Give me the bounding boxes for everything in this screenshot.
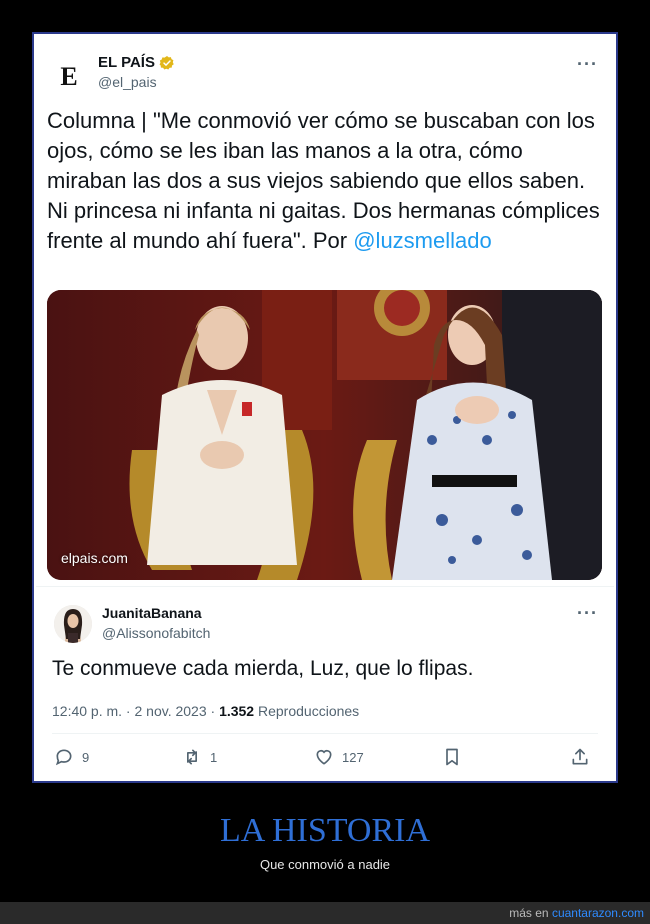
reply-more-options-icon[interactable]: ··· bbox=[577, 603, 598, 624]
reply-button[interactable]: 9 bbox=[54, 747, 89, 767]
footer-credit: más en cuantarazon.com bbox=[509, 906, 644, 920]
tweet-screenshot-frame: E EL PAÍS @el_pais ··· Columna | "Me con… bbox=[32, 32, 618, 783]
caption-subtitle: Que conmovió a nadie bbox=[259, 857, 391, 872]
avatar[interactable] bbox=[54, 605, 92, 643]
photo-illustration bbox=[47, 290, 602, 580]
share-icon bbox=[572, 748, 588, 765]
retweet-count: 1 bbox=[210, 749, 218, 765]
heart-icon bbox=[316, 749, 332, 765]
verified-badge-icon bbox=[159, 55, 174, 70]
tweet-photo[interactable]: elpais.com bbox=[47, 290, 602, 580]
author-handle[interactable]: @el_pais bbox=[98, 74, 175, 90]
reply-author-handle[interactable]: @Alissonofabitch bbox=[102, 625, 210, 641]
reply-metadata: 12:40 p. m. · 2 nov. 2023 · 1.352 Reprod… bbox=[52, 703, 359, 719]
reply-author-block: JuanitaBanana @Alissonofabitch bbox=[102, 605, 210, 641]
el-pais-logo[interactable]: E bbox=[54, 62, 84, 92]
more-options-icon[interactable]: ··· bbox=[577, 54, 598, 75]
caption-title: LA HISTORIA bbox=[220, 812, 430, 849]
divider bbox=[52, 733, 598, 734]
action-bar: 9 1 127 bbox=[54, 747, 596, 771]
mention-link[interactable]: @luzsmellado bbox=[353, 228, 492, 253]
bookmark-button[interactable] bbox=[442, 747, 462, 767]
author-block: EL PAÍS @el_pais bbox=[98, 54, 175, 90]
reply-tweet: JuanitaBanana @Alissonofabitch ··· Te co… bbox=[36, 586, 614, 779]
tweet-text: Columna | "Me conmovió ver cómo se busca… bbox=[47, 106, 602, 256]
retweet-icon bbox=[187, 749, 197, 765]
tweet-body: Columna | "Me conmovió ver cómo se busca… bbox=[47, 108, 600, 253]
photo-watermark: elpais.com bbox=[61, 550, 128, 566]
reply-icon bbox=[55, 749, 72, 766]
bookmark-icon bbox=[446, 748, 458, 766]
reply-author-name[interactable]: JuanitaBanana bbox=[102, 605, 210, 621]
avatar-image bbox=[54, 605, 92, 643]
like-button[interactable]: 127 bbox=[314, 747, 364, 767]
share-button[interactable] bbox=[570, 747, 590, 767]
reply-timestamp[interactable]: 12:40 p. m. · 2 nov. 2023 · bbox=[52, 703, 219, 719]
tweet-header: E EL PAÍS @el_pais ··· bbox=[50, 54, 600, 98]
footer-prefix: más en bbox=[509, 906, 552, 920]
footer-bar: más en cuantarazon.com bbox=[0, 902, 650, 924]
views-count: 1.352 bbox=[219, 703, 255, 719]
site-link[interactable]: cuantarazon.com bbox=[552, 906, 644, 920]
author-name[interactable]: EL PAÍS bbox=[98, 54, 155, 71]
views-label: Reproducciones bbox=[254, 703, 360, 719]
reply-count: 9 bbox=[82, 749, 90, 765]
tweet-card: E EL PAÍS @el_pais ··· Columna | "Me con… bbox=[36, 36, 614, 779]
like-count: 127 bbox=[342, 749, 364, 765]
retweet-button[interactable]: 1 bbox=[182, 747, 217, 767]
reply-text: Te conmueve cada mierda, Luz, que lo fli… bbox=[52, 657, 474, 680]
